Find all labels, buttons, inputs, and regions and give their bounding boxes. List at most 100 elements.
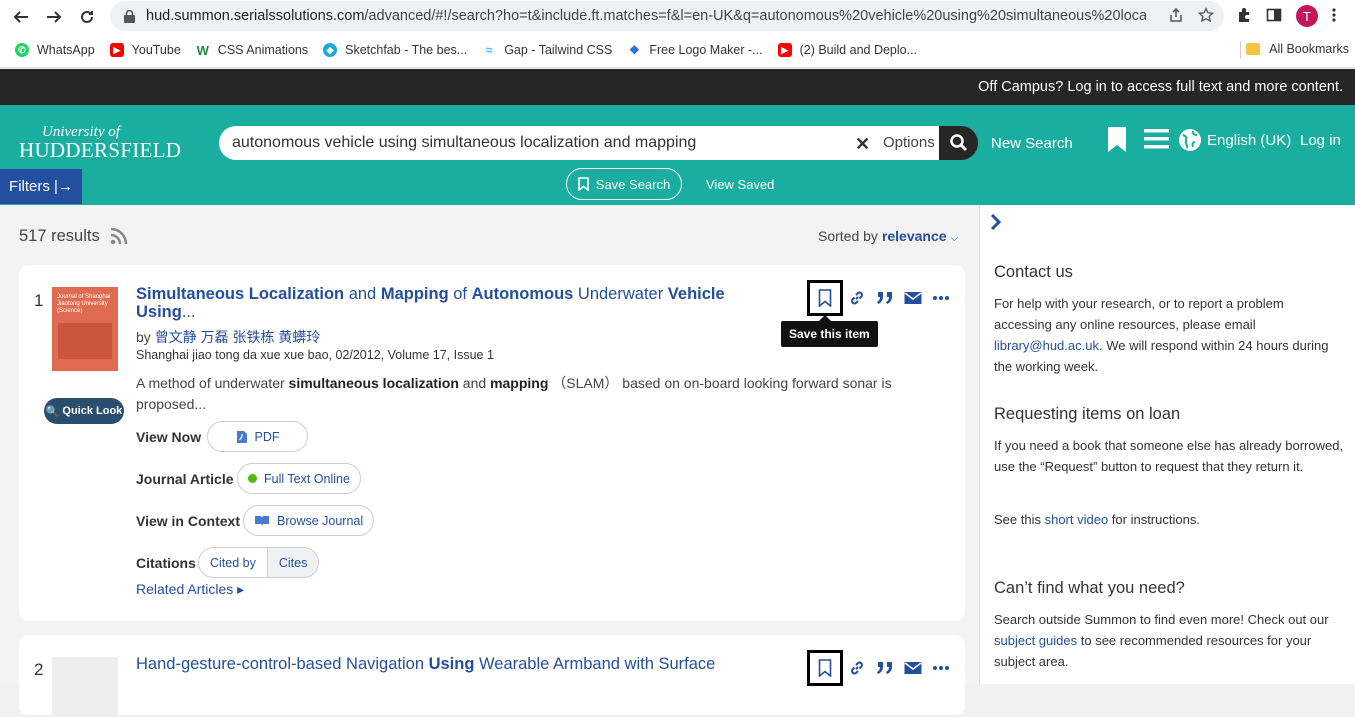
more-options-icon[interactable]	[927, 654, 955, 682]
view-now-label: View Now	[136, 429, 202, 445]
youtube-icon: ▶	[109, 43, 124, 57]
results-count: 517 results	[19, 227, 100, 245]
search-button[interactable]	[939, 126, 978, 160]
citations-label: Citations	[136, 555, 196, 571]
contact-heading: Contact us	[994, 263, 1073, 281]
bookmark-whatsapp[interactable]: ✆ WhatsApp	[15, 43, 95, 57]
book-icon	[255, 515, 269, 526]
related-articles-link[interactable]: Related Articles ▸	[136, 581, 244, 598]
cites-button[interactable]: Cites	[266, 548, 319, 577]
bookmark-logo-maker[interactable]: ❖ Free Logo Maker -...	[627, 43, 763, 57]
new-search-link[interactable]: New Search	[991, 135, 1073, 152]
quick-look-button[interactable]: 🔍 Quick Look	[44, 398, 124, 424]
bookmarks-bar: ✆ WhatsApp ▶ YouTube W CSS Animations ◆ Sket…	[0, 33, 1355, 68]
loan-heading: Requesting items on loan	[994, 405, 1181, 423]
rss-icon[interactable]	[110, 227, 128, 248]
video-text: See this short video for instructions.	[994, 512, 1200, 527]
saved-items-bookmark-icon[interactable]	[1107, 127, 1127, 155]
author-link[interactable]: 曾文静 万磊 张铁栋 黄蠎玲	[155, 329, 321, 345]
cite-quote-icon[interactable]	[871, 654, 899, 682]
full-text-online-button[interactable]: Full Text Online	[237, 463, 361, 494]
reload-icon[interactable]	[75, 5, 99, 29]
language-selector[interactable]: English (UK)	[1207, 132, 1291, 149]
cant-find-heading: Can’t find what you need?	[994, 579, 1185, 597]
cover-placeholder-image[interactable]	[52, 657, 118, 717]
save-item-bookmark-icon[interactable]	[807, 280, 843, 316]
search-icon: 🔍	[45, 405, 60, 418]
clear-icon[interactable]: ✕	[855, 134, 870, 155]
cant-find-text: Search outside Summon to find even more!…	[994, 612, 1329, 669]
short-video-link[interactable]: short video	[1045, 512, 1109, 527]
tailwind-icon: ≈	[482, 43, 497, 57]
availability-dot-icon	[248, 474, 257, 483]
globe-icon[interactable]	[1178, 128, 1202, 155]
save-item-tooltip: Save this item	[781, 315, 878, 347]
profile-avatar[interactable]: T	[1296, 5, 1318, 27]
offcampus-banner[interactable]: Off Campus? Log in to access full text a…	[0, 69, 1355, 105]
link-icon[interactable]	[843, 654, 871, 682]
lock-icon	[122, 9, 136, 23]
search-icon	[949, 134, 967, 152]
share-icon[interactable]	[1168, 7, 1184, 26]
all-bookmarks[interactable]: All Bookmarks	[1246, 42, 1349, 56]
url-text: hud.summon.serialssolutions.com/advanced…	[146, 8, 1146, 24]
site-header: University of HUDDERSFIELD autonomous ve…	[0, 105, 1355, 205]
bookmark-tailwind[interactable]: ≈ Gap - Tailwind CSS	[482, 43, 612, 57]
bookmark-icon	[577, 177, 589, 191]
cited-by-button[interactable]: Cited by	[199, 548, 267, 577]
bookmark-youtube[interactable]: ▶ YouTube	[109, 43, 181, 57]
result-card: 1 Journal of Shanghai Jiaotong Universit…	[19, 265, 965, 621]
loan-text: If you need a book that someone else has…	[994, 438, 1344, 474]
sort-selector[interactable]: Sorted by relevance ⌵	[818, 228, 958, 244]
result-abstract: A method of underwater simultaneous loca…	[136, 375, 892, 412]
star-icon[interactable]	[1197, 6, 1215, 26]
search-input[interactable]: autonomous vehicle using simultaneous lo…	[219, 126, 939, 160]
result-title[interactable]: Simultaneous Localization and Mapping of…	[136, 285, 766, 321]
bookmark-sketchfab[interactable]: ◆ Sketchfab - The bes...	[323, 43, 467, 57]
subject-guides-link[interactable]: subject guides	[994, 633, 1077, 648]
forward-icon[interactable]	[42, 5, 66, 29]
bookmark-build-deploy[interactable]: ▶ (2) Build and Deplo...	[777, 43, 917, 57]
email-link[interactable]: library@hud.ac.uk	[994, 338, 1099, 353]
extensions-icon[interactable]	[1236, 7, 1252, 26]
more-options-icon[interactable]	[927, 284, 955, 312]
result-actions	[807, 650, 955, 686]
whatsapp-icon: ✆	[15, 43, 29, 57]
address-bar[interactable]: hud.summon.serialssolutions.com/advanced…	[110, 1, 1224, 31]
login-link[interactable]: Log in	[1300, 132, 1341, 149]
cite-quote-icon[interactable]	[871, 284, 899, 312]
content-type-label: Journal Article	[136, 471, 234, 487]
view-saved-link[interactable]: View Saved	[706, 177, 774, 192]
journal-cover-image[interactable]: Journal of Shanghai Jiaotong University …	[52, 287, 118, 371]
result-authors: by 曾文静 万磊 张铁栋 黄蠎玲	[136, 329, 321, 345]
folder-icon	[1246, 43, 1261, 55]
bookmark-css-animations[interactable]: W CSS Animations	[195, 43, 308, 58]
sketchfab-icon: ◆	[323, 43, 338, 57]
filters-button[interactable]: Filters |→	[0, 169, 82, 204]
back-icon[interactable]	[9, 5, 33, 29]
pdf-button[interactable]: PDF	[207, 421, 308, 452]
sidepanel-icon[interactable]	[1266, 7, 1282, 26]
save-item-bookmark-icon[interactable]	[807, 650, 843, 686]
chevron-right-icon[interactable]	[990, 213, 1002, 234]
contact-text: For help with your research, or to repor…	[994, 296, 1329, 374]
help-sidebar: Contact us For help with your research, …	[979, 205, 1355, 684]
youtube-icon: ▶	[777, 43, 792, 57]
browse-journal-button[interactable]: Browse Journal	[243, 505, 375, 536]
cover-illustration	[58, 323, 112, 359]
logo-maker-icon: ❖	[627, 43, 642, 57]
result-actions	[807, 280, 955, 316]
divider	[1240, 41, 1241, 59]
results-panel: 517 results Sorted by relevance ⌵ 1 Journ…	[0, 205, 979, 717]
menu-dots-icon[interactable]	[1332, 7, 1336, 26]
university-logo[interactable]: University of HUDDERSFIELD	[19, 125, 181, 162]
result-title[interactable]: Hand-gesture-control-based Navigation Us…	[136, 655, 766, 673]
hamburger-menu-icon[interactable]	[1144, 129, 1169, 152]
options-button[interactable]: Options	[883, 134, 935, 151]
email-icon[interactable]	[899, 654, 927, 682]
link-icon[interactable]	[843, 284, 871, 312]
save-search-button[interactable]: Save Search	[566, 168, 682, 200]
email-icon[interactable]	[899, 284, 927, 312]
chevron-down-icon: ⌵	[950, 233, 959, 244]
result-number: 2	[34, 660, 44, 679]
